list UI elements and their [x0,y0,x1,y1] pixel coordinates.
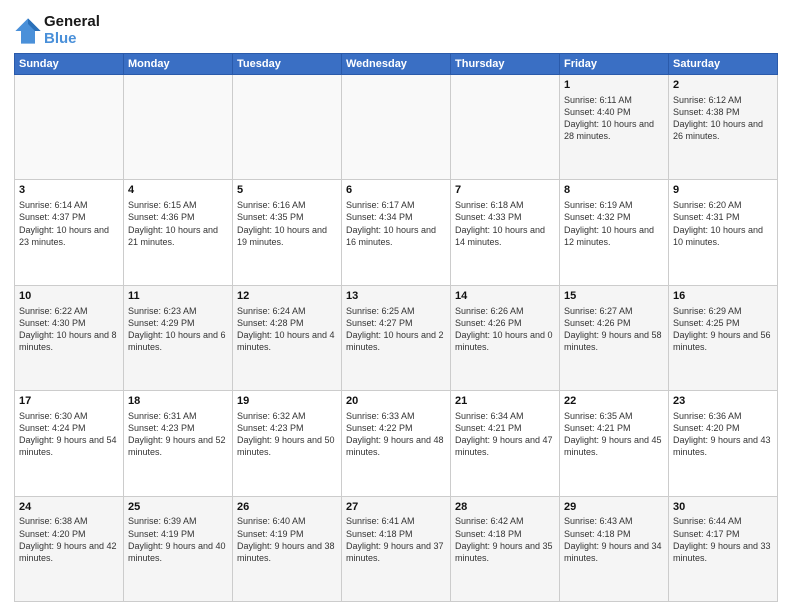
week-row-4: 17Sunrise: 6:30 AMSunset: 4:24 PMDayligh… [15,391,778,496]
day-number: 4 [128,183,228,198]
day-number: 10 [19,289,119,304]
calendar-cell: 15Sunrise: 6:27 AMSunset: 4:26 PMDayligh… [560,285,669,390]
logo: General Blue [14,14,100,47]
calendar-cell: 18Sunrise: 6:31 AMSunset: 4:23 PMDayligh… [124,391,233,496]
calendar-cell: 22Sunrise: 6:35 AMSunset: 4:21 PMDayligh… [560,391,669,496]
day-number: 21 [455,394,555,409]
day-number: 14 [455,289,555,304]
weekday-header-tuesday: Tuesday [233,54,342,75]
weekday-header-friday: Friday [560,54,669,75]
day-number: 15 [564,289,664,304]
day-number: 24 [19,500,119,515]
day-number: 17 [19,394,119,409]
calendar-table: SundayMondayTuesdayWednesdayThursdayFrid… [14,53,778,602]
day-number: 20 [346,394,446,409]
calendar-cell: 27Sunrise: 6:41 AMSunset: 4:18 PMDayligh… [342,496,451,601]
calendar-cell: 11Sunrise: 6:23 AMSunset: 4:29 PMDayligh… [124,285,233,390]
page: General Blue SundayMondayTuesdayWednesda… [0,0,792,612]
weekday-header-sunday: Sunday [15,54,124,75]
weekday-header-monday: Monday [124,54,233,75]
calendar-cell: 21Sunrise: 6:34 AMSunset: 4:21 PMDayligh… [451,391,560,496]
day-number: 25 [128,500,228,515]
calendar-cell: 13Sunrise: 6:25 AMSunset: 4:27 PMDayligh… [342,285,451,390]
calendar-cell [451,75,560,180]
week-row-2: 3Sunrise: 6:14 AMSunset: 4:37 PMDaylight… [15,180,778,285]
calendar-cell: 20Sunrise: 6:33 AMSunset: 4:22 PMDayligh… [342,391,451,496]
calendar-cell [233,75,342,180]
calendar-cell: 19Sunrise: 6:32 AMSunset: 4:23 PMDayligh… [233,391,342,496]
day-number: 13 [346,289,446,304]
calendar-cell: 9Sunrise: 6:20 AMSunset: 4:31 PMDaylight… [669,180,778,285]
day-number: 19 [237,394,337,409]
day-number: 22 [564,394,664,409]
day-number: 27 [346,500,446,515]
day-number: 29 [564,500,664,515]
header-row: SundayMondayTuesdayWednesdayThursdayFrid… [15,54,778,75]
calendar-cell: 16Sunrise: 6:29 AMSunset: 4:25 PMDayligh… [669,285,778,390]
calendar-cell: 23Sunrise: 6:36 AMSunset: 4:20 PMDayligh… [669,391,778,496]
calendar-cell: 2Sunrise: 6:12 AMSunset: 4:38 PMDaylight… [669,75,778,180]
day-number: 3 [19,183,119,198]
week-row-5: 24Sunrise: 6:38 AMSunset: 4:20 PMDayligh… [15,496,778,601]
calendar-cell: 24Sunrise: 6:38 AMSunset: 4:20 PMDayligh… [15,496,124,601]
day-number: 8 [564,183,664,198]
day-number: 7 [455,183,555,198]
day-number: 30 [673,500,773,515]
calendar-cell: 25Sunrise: 6:39 AMSunset: 4:19 PMDayligh… [124,496,233,601]
calendar-cell: 1Sunrise: 6:11 AMSunset: 4:40 PMDaylight… [560,75,669,180]
week-row-1: 1Sunrise: 6:11 AMSunset: 4:40 PMDaylight… [15,75,778,180]
day-number: 18 [128,394,228,409]
weekday-header-wednesday: Wednesday [342,54,451,75]
calendar-cell: 5Sunrise: 6:16 AMSunset: 4:35 PMDaylight… [233,180,342,285]
logo-text: General Blue [44,14,100,47]
day-number: 23 [673,394,773,409]
calendar-cell: 26Sunrise: 6:40 AMSunset: 4:19 PMDayligh… [233,496,342,601]
calendar-cell: 7Sunrise: 6:18 AMSunset: 4:33 PMDaylight… [451,180,560,285]
logo-icon [14,17,42,45]
calendar-cell: 3Sunrise: 6:14 AMSunset: 4:37 PMDaylight… [15,180,124,285]
calendar-cell: 14Sunrise: 6:26 AMSunset: 4:26 PMDayligh… [451,285,560,390]
calendar-cell [342,75,451,180]
weekday-header-thursday: Thursday [451,54,560,75]
calendar-cell: 12Sunrise: 6:24 AMSunset: 4:28 PMDayligh… [233,285,342,390]
calendar-cell: 6Sunrise: 6:17 AMSunset: 4:34 PMDaylight… [342,180,451,285]
day-number: 16 [673,289,773,304]
day-number: 6 [346,183,446,198]
weekday-header-saturday: Saturday [669,54,778,75]
day-number: 12 [237,289,337,304]
calendar-cell: 8Sunrise: 6:19 AMSunset: 4:32 PMDaylight… [560,180,669,285]
day-number: 5 [237,183,337,198]
day-number: 26 [237,500,337,515]
calendar-cell: 30Sunrise: 6:44 AMSunset: 4:17 PMDayligh… [669,496,778,601]
day-number: 2 [673,78,773,93]
day-number: 11 [128,289,228,304]
calendar-cell: 28Sunrise: 6:42 AMSunset: 4:18 PMDayligh… [451,496,560,601]
calendar-cell [15,75,124,180]
calendar-cell: 4Sunrise: 6:15 AMSunset: 4:36 PMDaylight… [124,180,233,285]
calendar-cell: 17Sunrise: 6:30 AMSunset: 4:24 PMDayligh… [15,391,124,496]
day-number: 28 [455,500,555,515]
day-number: 1 [564,78,664,93]
day-number: 9 [673,183,773,198]
calendar-cell: 29Sunrise: 6:43 AMSunset: 4:18 PMDayligh… [560,496,669,601]
calendar: SundayMondayTuesdayWednesdayThursdayFrid… [14,53,778,602]
week-row-3: 10Sunrise: 6:22 AMSunset: 4:30 PMDayligh… [15,285,778,390]
header: General Blue [14,10,778,47]
calendar-cell [124,75,233,180]
calendar-cell: 10Sunrise: 6:22 AMSunset: 4:30 PMDayligh… [15,285,124,390]
